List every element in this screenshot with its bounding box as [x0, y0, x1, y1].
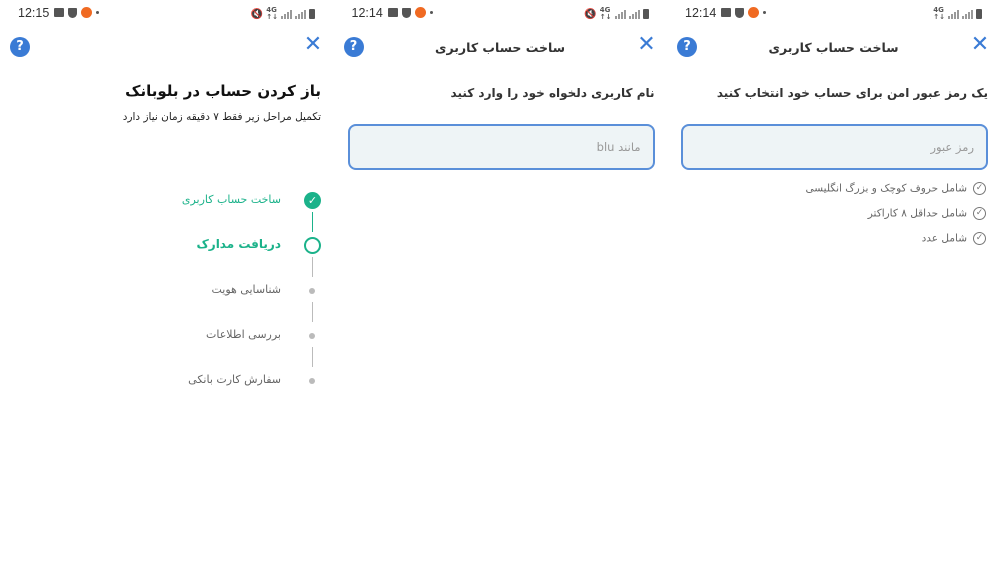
rule-label: شامل حداقل ۸ کاراکتر: [867, 207, 967, 220]
screen-onboarding-steps: 12:15 🔇 4G ↑↓ ? ✕ باز کردن حساب در بلوبان…: [0, 0, 333, 563]
signal-2-icon: [295, 9, 306, 19]
step-connector: [311, 257, 313, 277]
close-button[interactable]: ✕: [303, 32, 323, 57]
close-icon: ✕: [970, 32, 990, 57]
signal-2-icon: [628, 9, 640, 19]
rule-item: ✓ شامل حروف کوچک و بزرگ انگلیسی: [806, 182, 986, 207]
status-right-icons: 4G ↑↓: [933, 7, 982, 21]
password-rules-list: ✓ شامل حروف کوچک و بزرگ انگلیسی ✓ شامل حدا…: [806, 182, 986, 257]
check-circle-icon: ✓: [304, 192, 321, 209]
password-input[interactable]: [683, 126, 986, 168]
step-label: سفارش کارت بانکی: [188, 373, 281, 386]
check-circle-outline-icon: ✓: [973, 207, 986, 220]
step-receive-documents: دریافت مدارک: [21, 235, 321, 280]
status-left-icons: [721, 7, 766, 18]
signal-2-icon: [962, 9, 973, 19]
rule-label: شامل عدد: [921, 232, 967, 245]
step-label: دریافت مدارک: [196, 237, 282, 251]
status-time: 12:14: [685, 6, 717, 20]
step-label: ساخت حساب کاربری: [181, 193, 281, 206]
status-left-icons: [387, 7, 433, 18]
gallery-icon: [387, 8, 398, 17]
password-field[interactable]: [681, 124, 988, 170]
pending-dot-icon: [304, 327, 321, 344]
mute-icon: 🔇: [250, 8, 264, 20]
rule-item: ✓ شامل عدد: [806, 232, 986, 257]
status-time: 12:14: [351, 6, 383, 20]
step-connector: [311, 302, 313, 322]
page-subtitle: تکمیل مراحل زیر فقط ۷ دقیقه زمان نیاز دا…: [122, 111, 321, 123]
username-input[interactable]: [349, 126, 653, 168]
rule-label: شامل حروف کوچک و بزرگ انگلیسی: [805, 182, 967, 195]
screen-username: 12:14 🔇 4G ↑↓ ? ساخت حساب کاربری ✕ نام کا…: [333, 0, 667, 563]
more-notifications-icon: [96, 11, 99, 14]
help-button[interactable]: ?: [10, 37, 30, 57]
rule-item: ✓ شامل حداقل ۸ کاراکتر: [806, 207, 986, 232]
close-button[interactable]: ✕: [970, 32, 990, 57]
signal-icon: [614, 9, 626, 19]
header-title: ساخت حساب کاربری: [435, 40, 565, 55]
header-title: ساخت حساب کاربری: [768, 40, 899, 55]
step-card-order: سفارش کارت بانکی: [21, 370, 321, 415]
username-field[interactable]: [347, 124, 655, 170]
close-icon: ✕: [637, 32, 656, 57]
step-connector: [311, 212, 313, 232]
password-prompt: یک رمز عبور امن برای حساب خود انتخاب کنی…: [716, 86, 988, 100]
screens-container: 12:15 🔇 4G ↑↓ ? ✕ باز کردن حساب در بلوبان…: [0, 0, 1000, 563]
gallery-icon: [54, 8, 64, 17]
signal-icon: [281, 9, 292, 19]
battery-icon: [309, 9, 315, 19]
steps-list: ✓ ساخت حساب کاربری دریافت مدارک شناسایی …: [21, 190, 321, 415]
step-label: شناسایی هویت: [211, 283, 281, 296]
network-4g-icon: 4G ↑↓: [266, 6, 278, 21]
close-icon: ✕: [303, 32, 323, 57]
network-4g-icon: 4G ↑↓: [933, 6, 945, 21]
shield-icon: [68, 7, 77, 18]
shield-icon: [401, 7, 411, 18]
status-bar: 12:14 4G ↑↓: [667, 0, 1000, 26]
status-right-icons: 🔇 4G ↑↓: [251, 7, 315, 21]
more-notifications-icon: [763, 11, 766, 14]
battery-icon: [642, 9, 649, 19]
check-circle-outline-icon: ✓: [973, 182, 986, 195]
step-create-account: ✓ ساخت حساب کاربری: [21, 190, 321, 235]
status-left-icons: [54, 7, 99, 18]
step-identity-verification: شناسایی هویت: [21, 280, 321, 325]
pending-dot-icon: [304, 372, 321, 389]
active-step-ring-icon: [304, 237, 321, 254]
status-bar: 12:14 🔇 4G ↑↓: [334, 0, 667, 26]
gallery-icon: [721, 8, 731, 17]
status-time: 12:15: [18, 6, 50, 20]
more-notifications-icon: [429, 11, 433, 14]
step-info-review: بررسی اطلاعات: [21, 325, 321, 370]
close-button[interactable]: ✕: [637, 32, 657, 57]
screen-password: 12:14 4G ↑↓ ? ساخت حساب کاربری ✕ یک رمز ع…: [667, 0, 1000, 563]
page-title: باز کردن حساب در بلوبانک: [125, 82, 321, 100]
app-notification-icon: [414, 7, 426, 18]
signal-icon: [948, 9, 959, 19]
app-notification-icon: [81, 7, 92, 18]
battery-icon: [976, 9, 982, 19]
step-connector: [311, 347, 313, 367]
username-prompt: نام کاربری دلخواه خود را وارد کنید: [450, 86, 655, 100]
pending-dot-icon: [304, 282, 321, 299]
status-bar: 12:15 🔇 4G ↑↓: [0, 0, 333, 26]
question-icon: ?: [16, 39, 24, 54]
check-circle-outline-icon: ✓: [973, 232, 986, 245]
network-4g-icon: 4G ↑↓: [599, 6, 612, 21]
status-right-icons: 🔇 4G ↑↓: [584, 6, 649, 21]
shield-icon: [735, 7, 744, 18]
mute-icon: 🔇: [584, 8, 597, 20]
app-notification-icon: [748, 7, 759, 18]
step-label: بررسی اطلاعات: [206, 328, 281, 341]
